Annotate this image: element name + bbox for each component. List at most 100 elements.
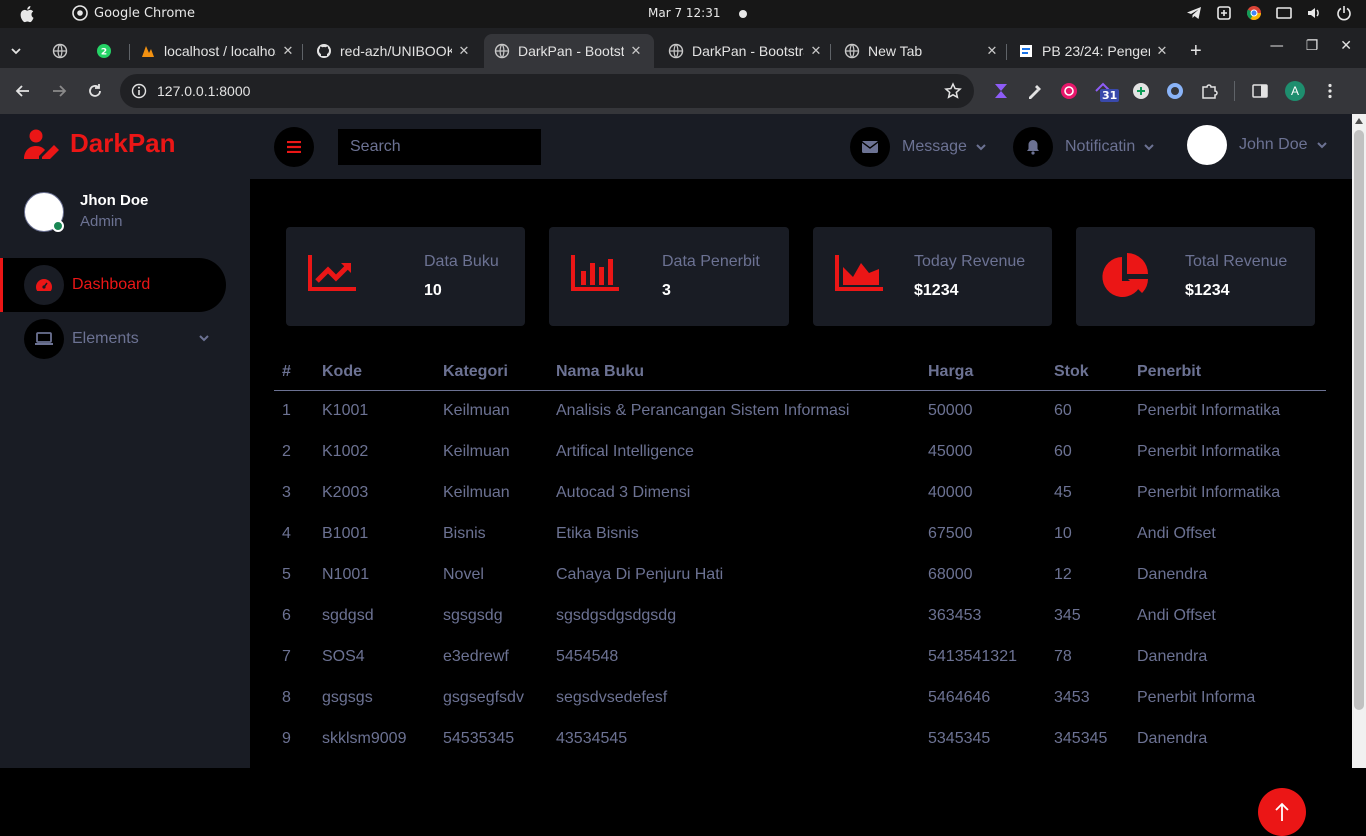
table-row: 3 K2003 Keilmuan Autocad 3 Dimensi 40000 45 Pe… [274,472,1326,513]
volume-icon[interactable] [1306,5,1322,21]
chrome-tray-icon[interactable] [1246,5,1262,21]
table-cell: 12 [1054,565,1072,583]
close-icon[interactable]: ✕ [456,43,472,59]
table-cell: 60 [1054,401,1072,419]
stat-value: $1234 [1185,282,1230,299]
table-cell: 3 [282,483,291,501]
tab-darkpan[interactable]: DarkPan - Bootstrap ✕ [668,34,824,68]
sidebar: DarkPan Jhon Doe Admin Dashboard Element… [0,114,250,768]
active-app-menu[interactable]: Google Chrome [72,5,195,21]
tab-separator [302,44,303,60]
arrow-up-icon [1274,802,1290,822]
url-text[interactable]: 127.0.0.1:8000 [157,83,250,99]
sidebar-item-dashboard[interactable]: Dashboard [0,258,226,312]
globe-icon [844,43,860,59]
table-cell: e3edrewf [443,647,509,665]
reload-icon[interactable] [86,82,104,100]
table-cell: 4 [282,524,291,542]
table-cell: Andi Offset [1137,524,1216,542]
brand-logo[interactable]: DarkPan [24,128,176,159]
scrollbar-thumb[interactable] [1354,130,1364,710]
globe-icon [494,43,510,59]
notification-label: Notificatin [1065,138,1136,155]
table-row: 9 skklsm9009 54535345 43534545 5345345 345345… [274,718,1326,759]
puzzle-icon[interactable] [1200,82,1218,100]
forward-arrow-icon[interactable] [50,82,68,100]
close-icon[interactable]: ✕ [808,43,824,59]
profile-avatar[interactable]: A [1285,81,1305,101]
table-cell: Penerbit Informatika [1137,401,1281,419]
back-to-top-button[interactable] [1258,788,1306,836]
tab-pinned-whatsapp[interactable]: 2 [96,34,124,68]
maximize-icon[interactable]: ❐ [1306,38,1319,54]
bookmark-star-icon[interactable] [944,82,962,100]
new-tab-button[interactable]: + [1190,34,1210,68]
stat-value: 10 [424,282,442,299]
close-icon[interactable]: ✕ [628,43,644,59]
whatsapp-icon: 2 [96,43,112,59]
apple-icon[interactable] [20,5,36,23]
user-dropdown[interactable]: John Doe [1187,125,1328,165]
add-extension-icon[interactable] [1132,82,1150,100]
extension-ring-icon[interactable] [1166,82,1184,100]
address-bar[interactable]: 127.0.0.1:8000 [120,74,974,108]
scroll-up-arrow-icon[interactable] [1355,118,1363,124]
kebab-menu-icon[interactable] [1321,82,1339,100]
extension-hourglass-icon[interactable] [992,82,1010,100]
color-picker-icon[interactable] [1026,82,1044,100]
side-panel-icon[interactable] [1251,82,1269,100]
tab-phpmyadmin[interactable]: localhost / localhost ✕ [140,34,296,68]
calendar-extension-icon[interactable]: 31 [1094,81,1120,102]
table-cell: Etika Bisnis [556,524,639,542]
clock[interactable]: Mar 7 12:31 [648,6,721,20]
tab-title: New Tab [868,43,923,59]
tab-search-button[interactable] [8,34,32,68]
search-input[interactable] [338,129,541,165]
table-cell: Analisis & Perancangan Sistem Informasi [556,401,850,419]
table-cell: Novel [443,565,484,583]
window-close-icon[interactable]: ✕ [1340,38,1352,54]
brand-name: DarkPan [70,128,176,158]
close-icon[interactable]: ✕ [984,43,1000,59]
table-cell: 6 [282,606,291,624]
online-status-indicator [52,220,64,232]
screen-icon[interactable] [1276,5,1292,21]
tab-darkpan-active[interactable]: DarkPan - Bootstrap ✕ [484,34,654,68]
webpage: DarkPan Jhon Doe Admin Dashboard Element… [0,114,1366,836]
sidebar-item-label: Dashboard [72,276,151,293]
tab-pb-document[interactable]: PB 23/24: Pengembangan ✕ [1018,34,1170,68]
table-cell: B1001 [322,524,369,542]
tachometer-icon [24,265,64,305]
column-header: Nama Buku [556,355,928,391]
table-cell: K1002 [322,442,369,460]
sidebar-item-elements[interactable]: Elements [0,312,226,366]
extension-circle-icon[interactable] [1060,82,1078,100]
message-dropdown[interactable]: Message [850,127,987,167]
table-row: 8 gsgsgs gsgsegfsdv segsdvsedefesf 5464646 34… [274,677,1326,718]
notification-dropdown[interactable]: Notificatin [1013,127,1155,167]
tab-new-tab[interactable]: New Tab ✕ [844,34,1000,68]
phpmyadmin-icon [140,43,156,59]
browser-toolbar: 127.0.0.1:8000 31 A [0,68,1366,114]
table-cell: 5 [282,565,291,583]
tab-pinned-1[interactable] [52,34,80,68]
table-cell: 68000 [928,565,973,583]
sync-icon[interactable] [1216,5,1232,21]
notification-dot-icon [739,10,747,18]
tab-github[interactable]: red-azh/UNIBOOK ✕ [316,34,472,68]
table-cell: Penerbit Informa [1137,688,1256,706]
site-info-icon[interactable] [131,83,147,99]
stat-card-data-penerbit: Data Penerbit 3 [549,227,789,326]
page-scrollbar[interactable] [1352,114,1366,768]
minimize-icon[interactable]: — [1270,38,1284,54]
table-cell: Keilmuan [443,442,510,460]
sidebar-toggle-button[interactable] [274,127,314,167]
table-cell: Andi Offset [1137,606,1216,624]
power-icon[interactable] [1336,5,1352,21]
tab-separator [129,44,130,60]
telegram-icon[interactable] [1186,5,1202,21]
close-icon[interactable]: ✕ [280,43,296,59]
back-arrow-icon[interactable] [14,82,32,100]
close-icon[interactable]: ✕ [1154,43,1170,59]
globe-icon [668,43,684,59]
